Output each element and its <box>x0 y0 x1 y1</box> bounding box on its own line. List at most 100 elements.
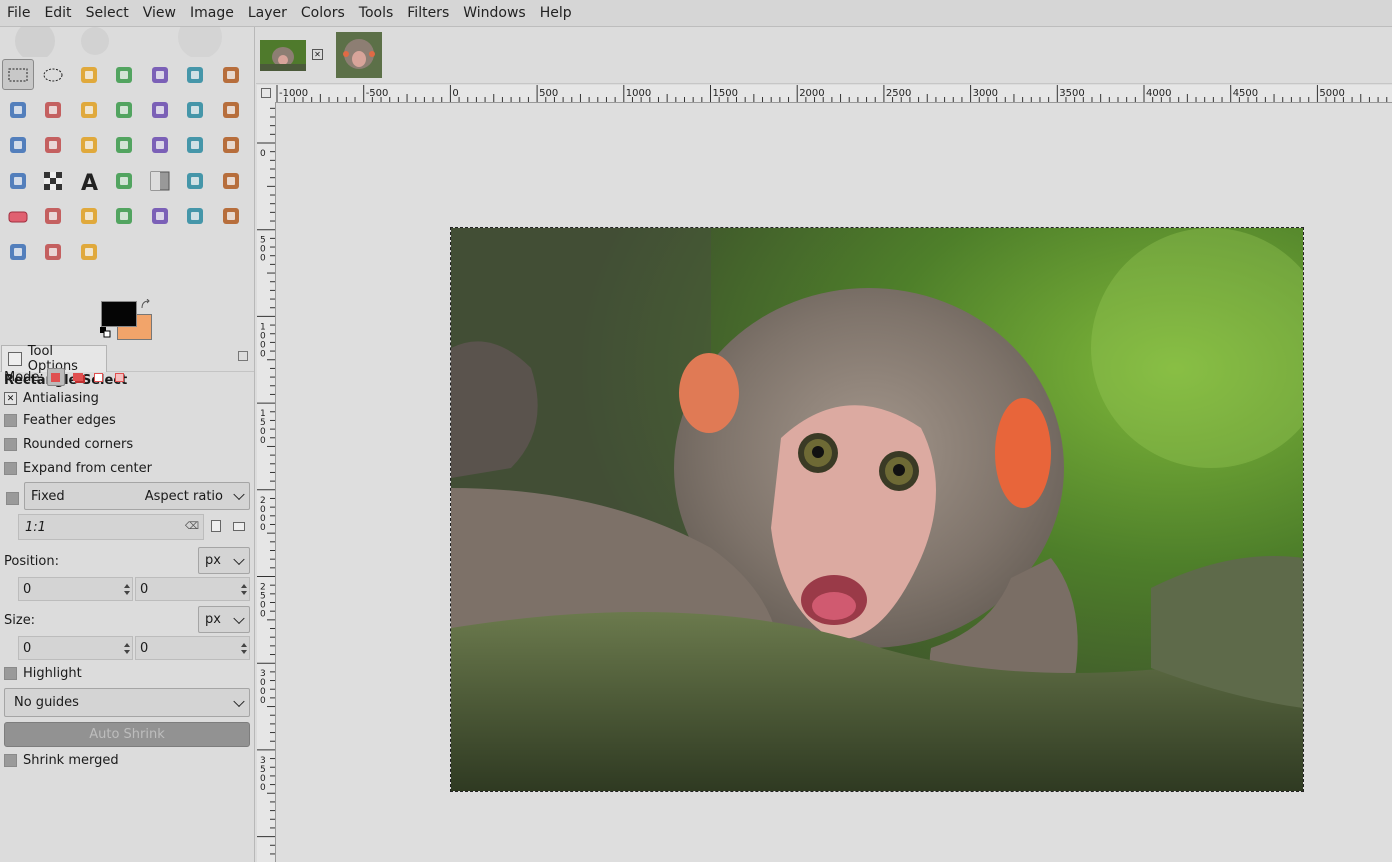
default-colors-icon[interactable] <box>100 327 112 339</box>
ink-tool-icon[interactable] <box>71 199 107 234</box>
crop-tool-icon[interactable] <box>213 92 249 127</box>
image-canvas[interactable] <box>450 227 1304 792</box>
pencil-tool-icon[interactable] <box>178 163 214 198</box>
size-height-field[interactable]: 0 <box>135 636 250 660</box>
blur-sharpen-tool-icon[interactable] <box>0 234 36 269</box>
menu-tools[interactable]: Tools <box>352 5 401 21</box>
cage-transform-tool-icon[interactable] <box>0 163 36 198</box>
shear-tool-icon[interactable] <box>107 128 143 163</box>
portrait-icon[interactable] <box>211 520 221 532</box>
ellipse-select-tool-icon[interactable] <box>36 57 72 92</box>
color-area[interactable] <box>100 299 156 343</box>
zoom-tool-icon[interactable] <box>71 92 107 127</box>
image-tab-thumbnail-2[interactable] <box>336 32 382 78</box>
ruler-corner[interactable] <box>257 85 275 102</box>
mode-replace-button[interactable] <box>46 368 65 386</box>
clone-tool-icon[interactable] <box>142 199 178 234</box>
color-picker-tool-icon[interactable] <box>36 92 72 127</box>
perspective-clone-tool-icon[interactable] <box>213 199 249 234</box>
auto-shrink-button[interactable]: Auto Shrink <box>4 722 250 747</box>
vertical-ruler[interactable]: -5000500100015002000250030003500 <box>257 102 276 862</box>
horizontal-ruler[interactable]: -1000 -500 0 500 1000 1500 2000 2500 3000 3500 400… <box>275 85 1392 103</box>
size-unit-combo[interactable]: px <box>198 606 250 633</box>
fixed-checkbox[interactable] <box>6 492 19 505</box>
landscape-icon[interactable] <box>233 522 245 531</box>
move-tool-icon[interactable] <box>142 92 178 127</box>
fixed-combo[interactable]: Fixed Aspect ratio <box>24 482 250 510</box>
foreground-color[interactable] <box>101 301 137 327</box>
size-width-field[interactable]: 0 <box>18 636 133 660</box>
rectangle-select-tool-icon[interactable] <box>2 59 34 91</box>
spinner-icon[interactable] <box>239 578 249 600</box>
rounded-corners-checkbox[interactable] <box>4 438 17 451</box>
shrink-merged-checkbox[interactable] <box>4 754 17 767</box>
menu-view[interactable]: View <box>136 5 183 21</box>
smudge-tool-icon[interactable] <box>36 234 72 269</box>
feather-edges-checkbox[interactable] <box>4 414 17 427</box>
handle-transform-tool-icon[interactable] <box>142 128 178 163</box>
spinner-icon[interactable] <box>239 637 249 659</box>
ratio-field[interactable]: 1:1 ⌫ <box>18 514 204 540</box>
free-select-tool-icon[interactable] <box>71 57 107 92</box>
warp-transform-tool-icon[interactable] <box>36 163 72 198</box>
image-tab-thumbnail-1[interactable] <box>260 40 306 71</box>
spinner-icon[interactable] <box>122 578 132 600</box>
antialiasing-row[interactable]: ✕ Antialiasing <box>4 391 99 406</box>
flip-tool-icon[interactable] <box>213 128 249 163</box>
menu-edit[interactable]: Edit <box>37 5 78 21</box>
guides-combo[interactable]: No guides <box>4 688 250 717</box>
clear-icon[interactable]: ⌫ <box>185 521 199 532</box>
paintbrush-tool-icon[interactable] <box>213 163 249 198</box>
paths-tool-icon[interactable] <box>0 92 36 127</box>
position-y-field[interactable]: 0 <box>135 577 250 601</box>
mypaint-brush-tool-icon[interactable] <box>107 199 143 234</box>
highlight-checkbox[interactable] <box>4 667 17 680</box>
mode-add-button[interactable] <box>70 369 86 385</box>
spinner-icon[interactable] <box>122 637 132 659</box>
select-by-color-tool-icon[interactable] <box>142 57 178 92</box>
scissors-select-tool-icon[interactable] <box>178 57 214 92</box>
highlight-row[interactable]: Highlight <box>4 666 82 681</box>
gradient-tool-icon[interactable] <box>142 163 178 198</box>
bucket-fill-tool-icon[interactable] <box>107 163 143 198</box>
menu-layer[interactable]: Layer <box>241 5 294 21</box>
foreground-select-tool-icon[interactable] <box>213 57 249 92</box>
close-icon[interactable]: ✕ <box>312 49 323 60</box>
scale-tool-icon[interactable] <box>71 128 107 163</box>
position-unit-combo[interactable]: px <box>198 547 250 574</box>
menu-colors[interactable]: Colors <box>294 5 352 21</box>
menu-help[interactable]: Help <box>533 5 579 21</box>
heal-tool-icon[interactable] <box>178 199 214 234</box>
expand-from-center-row[interactable]: Expand from center <box>4 461 152 476</box>
perspective-tool-icon[interactable] <box>178 128 214 163</box>
image-tabs: ✕ <box>256 27 1392 84</box>
fuzzy-select-tool-icon[interactable] <box>107 57 143 92</box>
size-label: Size: <box>4 613 36 628</box>
antialiasing-checkbox[interactable]: ✕ <box>4 392 17 405</box>
airbrush-tool-icon[interactable] <box>36 199 72 234</box>
measure-tool-icon[interactable] <box>107 92 143 127</box>
position-x-field[interactable]: 0 <box>18 577 133 601</box>
text-tool-icon[interactable]: A <box>71 163 107 198</box>
rotate-tool-icon[interactable] <box>36 128 72 163</box>
eraser-tool-icon[interactable] <box>0 199 36 234</box>
mode-intersect-button[interactable] <box>112 369 128 385</box>
expand-from-center-label: Expand from center <box>23 461 152 476</box>
feather-edges-row[interactable]: Feather edges <box>4 413 116 428</box>
tab-menu-icon[interactable] <box>238 351 248 361</box>
dodge-burn-tool-icon[interactable] <box>71 234 107 269</box>
ruler-label: 0 <box>260 523 266 533</box>
unified-transform-tool-icon[interactable] <box>0 128 36 163</box>
menu-select[interactable]: Select <box>79 5 136 21</box>
align-tool-icon[interactable] <box>178 92 214 127</box>
quick-mask-icon[interactable] <box>261 88 271 98</box>
menu-file[interactable]: File <box>0 5 37 21</box>
shrink-merged-row[interactable]: Shrink merged <box>4 753 119 768</box>
expand-from-center-checkbox[interactable] <box>4 462 17 475</box>
rounded-corners-row[interactable]: Rounded corners <box>4 437 133 452</box>
menu-image[interactable]: Image <box>183 5 241 21</box>
mode-subtract-button[interactable] <box>91 369 107 385</box>
menu-filters[interactable]: Filters <box>400 5 456 21</box>
swap-colors-icon[interactable] <box>140 299 152 311</box>
menu-windows[interactable]: Windows <box>456 5 533 21</box>
